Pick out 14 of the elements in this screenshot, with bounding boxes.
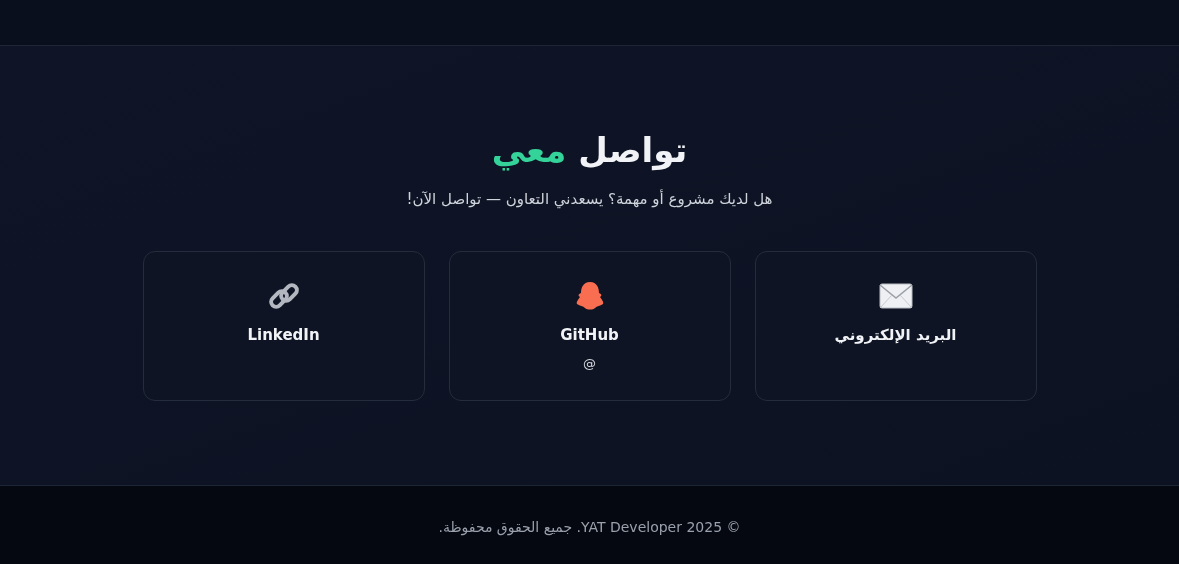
contact-card[interactable]: البريد الإلكتروني bbox=[754, 250, 1037, 401]
chain-link-icon bbox=[267, 280, 300, 311]
subtitle: هل لديك مشروع أو مهمة؟ يسعدني التعاون — تواصل الآن! bbox=[406, 188, 773, 211]
card-detail: @ bbox=[583, 355, 596, 373]
contact-card[interactable]: GitHub @ bbox=[448, 250, 731, 401]
card-label: LinkedIn bbox=[247, 324, 320, 346]
contact-card[interactable]: LinkedIn bbox=[142, 250, 425, 401]
card-label: البريد الإلكتروني bbox=[834, 324, 957, 346]
copyright-text: © 2025 YAT Developer. جميع الحقوق محفوظة. bbox=[438, 517, 741, 538]
ghost-icon bbox=[576, 281, 603, 309]
envelope-icon bbox=[878, 283, 913, 308]
title-text: تواصل bbox=[578, 129, 688, 172]
card-label: GitHub bbox=[560, 324, 619, 346]
title-highlight: معي bbox=[491, 129, 567, 172]
